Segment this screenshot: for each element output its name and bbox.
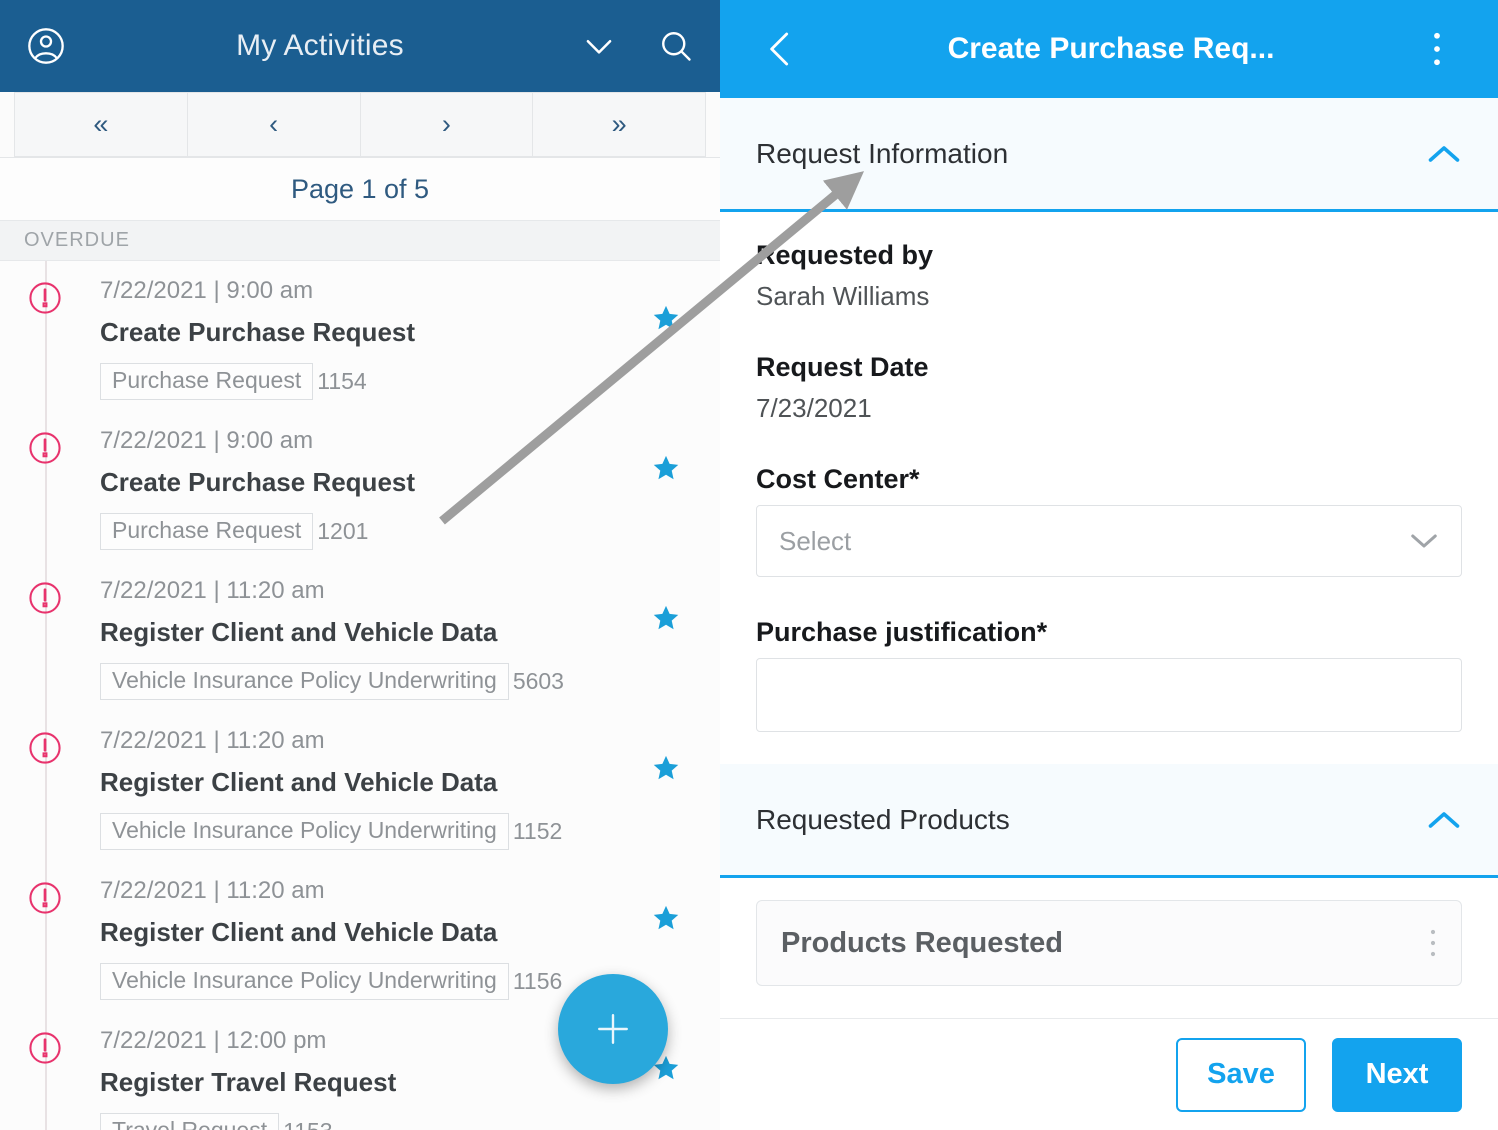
activity-number: 1201	[317, 517, 369, 544]
activity-time: 7/22/2021 | 11:20 am	[100, 727, 325, 754]
activity-meta: Vehicle Insurance Policy Underwriting 56…	[100, 662, 720, 700]
page-indicator: Page 1 of 5	[0, 158, 720, 220]
pagination-bar: « ‹ › »	[0, 92, 720, 158]
overdue-warning-icon	[26, 729, 64, 767]
request-date-value: 7/23/2021	[756, 393, 872, 423]
search-icon[interactable]	[658, 28, 694, 64]
favorite-star-icon[interactable]	[652, 454, 680, 482]
cost-center-select[interactable]: Select	[756, 505, 1462, 577]
section-label: Request Information	[756, 137, 1009, 169]
activity-number: 5603	[512, 667, 564, 694]
page-title: My Activities	[236, 29, 404, 62]
activities-panel: My Activities « ‹ › » Page 1 of 5 OVERDU…	[0, 0, 720, 1130]
requested-by-value: Sarah Williams	[756, 281, 930, 311]
overdue-warning-icon	[26, 1029, 64, 1067]
activity-meta: Purchase Request 1201	[100, 512, 720, 550]
overdue-warning-icon	[26, 579, 64, 617]
activity-process-tag: Vehicle Insurance Policy Underwriting	[100, 662, 509, 700]
favorite-star-icon[interactable]	[652, 304, 680, 332]
cost-center-selected-value: Select	[779, 525, 852, 556]
chevron-down-icon[interactable]	[1409, 531, 1439, 551]
favorite-star-icon[interactable]	[652, 904, 680, 932]
list-item[interactable]: 7/22/2021 | 9:00 am Create Purchase Requ…	[0, 411, 720, 561]
purchase-justification-label: Purchase justification*	[756, 617, 1048, 647]
request-information-form: Requested by Sarah Williams Request Date…	[720, 212, 1498, 732]
products-requested-card[interactable]: Products Requested	[756, 900, 1462, 986]
kebab-menu-icon[interactable]	[1432, 31, 1442, 67]
activity-time: 7/22/2021 | 11:20 am	[100, 877, 325, 904]
plus-icon	[598, 1014, 628, 1044]
activity-time: 7/22/2021 | 9:00 am	[100, 427, 314, 454]
activity-title: Register Client and Vehicle Data	[100, 767, 498, 798]
activity-number: 1156	[512, 967, 563, 994]
last-page-button[interactable]: »	[533, 92, 706, 157]
request-date-label: Request Date	[756, 352, 929, 382]
activity-title: Create Purchase Request	[100, 467, 416, 498]
activity-title: Create Purchase Request	[100, 317, 416, 348]
section-request-information[interactable]: Request Information	[720, 98, 1498, 212]
activity-time: 7/22/2021 | 9:00 am	[100, 277, 314, 304]
requested-by-label: Requested by	[756, 240, 934, 270]
activity-meta: Travel Request 1153	[100, 1112, 720, 1130]
activity-title: Register Client and Vehicle Data	[100, 917, 498, 948]
requested-products-wrap: Requested Products Products Requested	[720, 764, 1498, 986]
kebab-menu-icon[interactable]	[1429, 928, 1437, 958]
section-label: Requested Products	[756, 803, 1010, 835]
products-card-wrap: Products Requested	[720, 878, 1498, 986]
group-header-overdue: OVERDUE	[0, 220, 720, 261]
activity-process-tag: Travel Request	[100, 1112, 280, 1130]
form-title: Create Purchase Req...	[947, 32, 1275, 65]
products-requested-title: Products Requested	[781, 926, 1063, 959]
overdue-warning-icon	[26, 429, 64, 467]
chevron-up-icon[interactable]	[1426, 809, 1462, 831]
activity-number: 1154	[317, 367, 367, 394]
activity-time: 7/22/2021 | 11:20 am	[100, 577, 325, 604]
activity-number: 1152	[512, 817, 563, 844]
activities-appbar: My Activities	[0, 0, 720, 92]
first-page-button[interactable]: «	[14, 92, 188, 157]
list-item[interactable]: 7/22/2021 | 9:00 am Create Purchase Requ…	[0, 261, 720, 411]
activity-process-tag: Vehicle Insurance Policy Underwriting	[100, 812, 509, 850]
list-item[interactable]: 7/22/2021 | 11:20 am Register Client and…	[0, 561, 720, 711]
favorite-star-icon[interactable]	[652, 754, 680, 782]
activity-meta: Vehicle Insurance Policy Underwriting 11…	[100, 812, 720, 850]
next-page-button[interactable]: ›	[360, 92, 534, 157]
chevron-down-icon[interactable]	[580, 27, 618, 65]
overdue-warning-icon	[26, 879, 64, 917]
next-button[interactable]: Next	[1332, 1037, 1462, 1112]
activity-process-tag: Purchase Request	[100, 512, 314, 550]
save-button[interactable]: Save	[1176, 1037, 1306, 1112]
list-item[interactable]: 7/22/2021 | 11:20 am Register Client and…	[0, 711, 720, 861]
overdue-warning-icon	[26, 279, 64, 317]
activity-number: 1153	[283, 1119, 332, 1130]
purchase-justification-input[interactable]	[756, 658, 1462, 732]
cost-center-label: Cost Center*	[756, 464, 920, 494]
form-action-bar: Save Next	[720, 1018, 1498, 1130]
chevron-up-icon[interactable]	[1426, 143, 1462, 165]
activity-process-tag: Vehicle Insurance Policy Underwriting	[100, 962, 509, 1000]
form-appbar: Create Purchase Req...	[720, 0, 1498, 98]
activity-title: Register Client and Vehicle Data	[100, 617, 498, 648]
favorite-star-icon[interactable]	[652, 604, 680, 632]
add-activity-fab[interactable]	[558, 974, 668, 1084]
activity-process-tag: Purchase Request	[100, 362, 314, 400]
purchase-request-panel: Create Purchase Req... Request Informati…	[720, 0, 1498, 1130]
activity-meta: Purchase Request 1154	[100, 362, 720, 400]
section-requested-products[interactable]: Requested Products	[720, 764, 1498, 878]
prev-page-button[interactable]: ‹	[187, 92, 361, 157]
app-screen: My Activities « ‹ › » Page 1 of 5 OVERDU…	[0, 0, 1498, 1130]
